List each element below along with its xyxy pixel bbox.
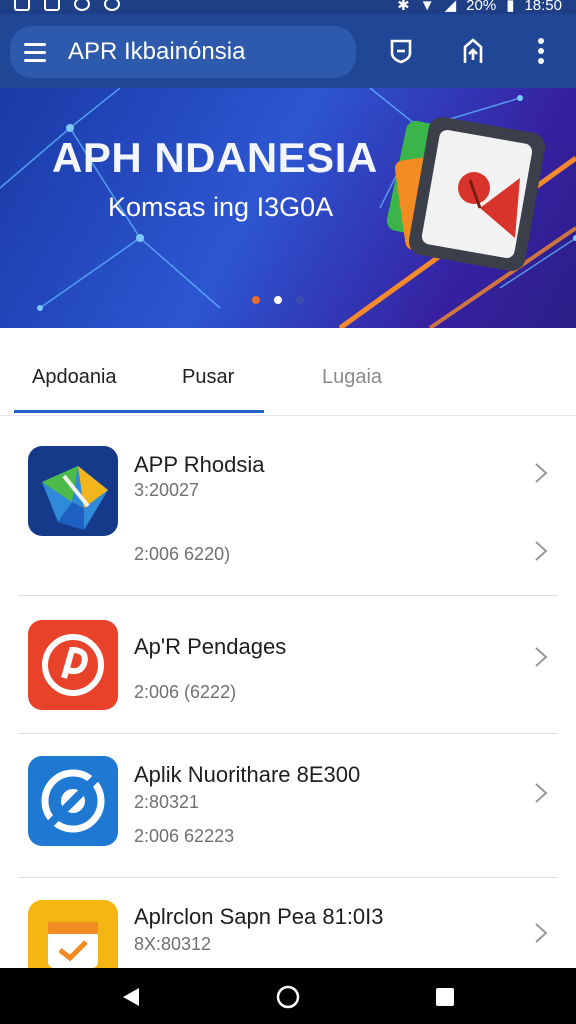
chevron-right-icon[interactable] <box>534 462 548 484</box>
maps-icon <box>28 446 118 536</box>
promo-banner[interactable]: APH NDANESIA Komsas ing I3G0A <box>0 88 576 328</box>
tab-lugaia[interactable]: Lugaia <box>322 366 382 389</box>
signal-icon: ◢ <box>444 0 457 14</box>
shield-icon[interactable] <box>384 34 418 68</box>
music-icon <box>28 620 118 710</box>
app-meta: 3:20027 <box>134 480 200 500</box>
shield-notification-icon <box>74 0 90 11</box>
back-icon[interactable] <box>116 982 146 1012</box>
app-name: Aplrclon Sapn Pea 81:0I3 <box>134 904 384 929</box>
system-nav-bar <box>0 968 576 1024</box>
bluetooth-icon: ✱ <box>397 0 410 14</box>
carousel-dot[interactable] <box>296 296 304 304</box>
sync-icon <box>28 756 118 846</box>
save-notification-icon <box>44 0 60 11</box>
carousel-dot-active[interactable] <box>274 296 282 304</box>
badge-notification-icon <box>104 0 120 11</box>
chevron-right-icon[interactable] <box>534 646 548 668</box>
search-bar[interactable]: APR Ikbainónsia <box>10 26 356 78</box>
tab-pusar[interactable]: Pusar <box>182 366 234 389</box>
app-meta: 8X:80312 <box>134 934 212 954</box>
tab-indicator <box>14 410 264 413</box>
tab-bar: Apdoania Pusar Lugaia <box>0 328 576 416</box>
app-meta: 2:006 62223 <box>134 826 235 846</box>
wifi-icon: ▼ <box>419 0 435 14</box>
list-item[interactable]: Ap'R Pendages 2:006 (6222) <box>18 596 558 734</box>
app-name: Aplik Nuorithare 8E300 <box>134 762 361 787</box>
share-icon[interactable] <box>456 34 490 68</box>
status-bar: ✱ ▼ ◢ 20% ▮ 18:50 <box>0 0 576 14</box>
phone-illustration <box>386 117 546 271</box>
app-name: APP Rhodsia <box>134 452 265 477</box>
list-item[interactable]: Aplik Nuorithare 8E300 2:80321 2:006 622… <box>18 734 558 878</box>
app-meta: 2:006 (6222) <box>134 682 237 702</box>
app-name: Ap'R Pendages <box>134 634 287 659</box>
list-item[interactable]: APP Rhodsia 3:20027 2:006 6220) <box>18 420 558 596</box>
image-notification-icon <box>14 0 30 11</box>
banner-title: APH NDANESIA <box>52 134 378 181</box>
chevron-right-icon[interactable] <box>534 540 548 562</box>
battery-icon: ▮ <box>506 0 515 14</box>
carousel-dot[interactable] <box>252 296 260 304</box>
menu-icon[interactable] <box>10 26 60 78</box>
home-icon[interactable] <box>273 982 303 1012</box>
app-title: APR Ikbainónsia <box>68 38 246 65</box>
chevron-right-icon[interactable] <box>534 922 548 944</box>
tab-apdoania[interactable]: Apdoania <box>32 366 117 389</box>
clock: 18:50 <box>524 0 562 14</box>
app-meta: 2:006 6220) <box>134 544 231 564</box>
more-options-icon[interactable] <box>524 34 558 68</box>
notification-icons <box>14 0 120 11</box>
banner-subtitle: Komsas ing I3G0A <box>108 192 334 222</box>
chevron-right-icon[interactable] <box>534 782 548 804</box>
app-bar: APR Ikbainónsia <box>0 14 576 88</box>
carousel-dots[interactable] <box>252 296 304 304</box>
battery-level: 20% <box>466 0 497 14</box>
app-meta: 2:80321 <box>134 792 200 812</box>
recents-icon[interactable] <box>430 982 460 1012</box>
